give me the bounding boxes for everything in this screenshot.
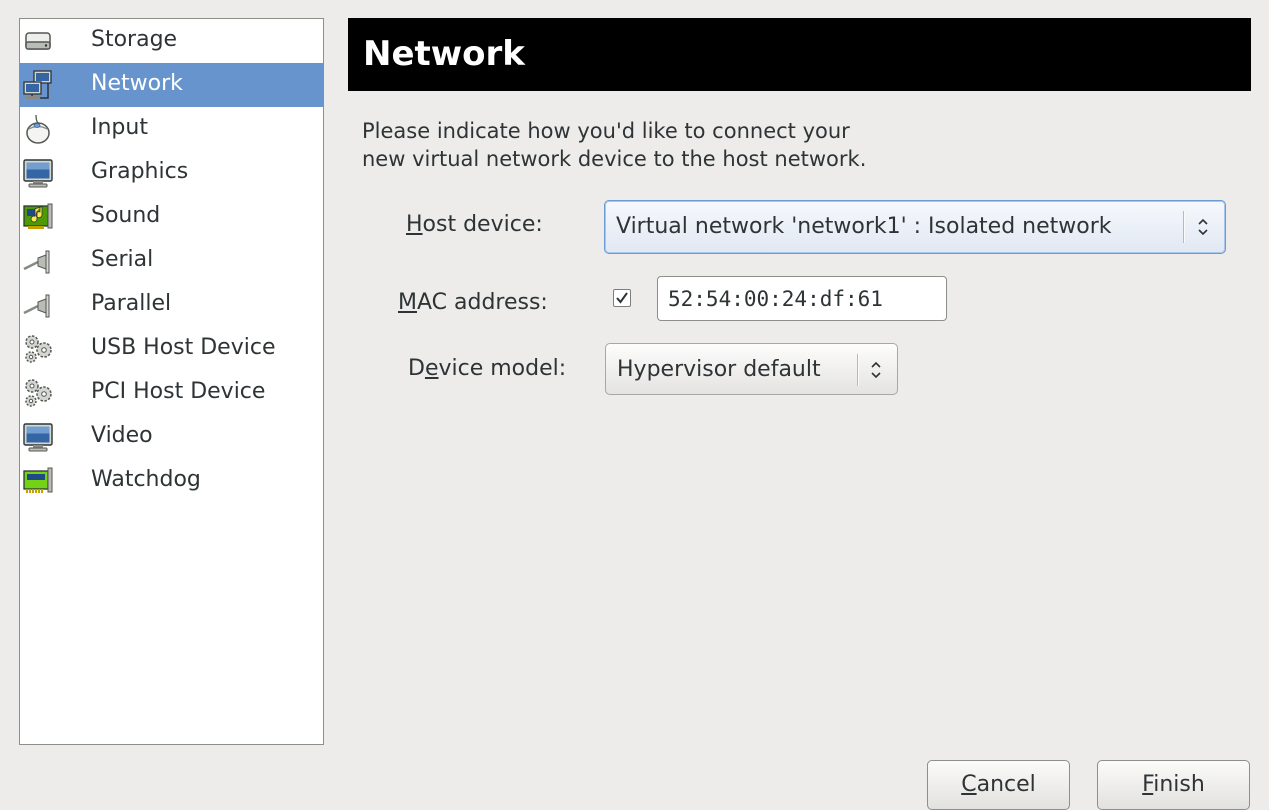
device-item-pci-host-device[interactable]: PCI Host Device [20,371,323,415]
device-item-usb-host-device[interactable]: USB Host Device [20,327,323,371]
device-item-label: Video [91,423,153,448]
checkmark-icon [616,292,628,304]
page-header: Network [348,18,1251,91]
sound-card-icon [22,201,54,233]
device-item-input[interactable]: Input [20,107,323,151]
device-item-serial[interactable]: Serial [20,239,323,283]
device-type-list[interactable]: Storage Network Input Graphics Sound Ser… [19,18,324,745]
device-model-combo[interactable]: Hypervisor default [605,343,898,395]
intro-line: Please indicate how you'd like to connec… [362,119,850,143]
device-item-label: Network [91,71,183,96]
intro-text: Please indicate how you'd like to connec… [362,117,1062,173]
device-item-label: USB Host Device [91,335,276,360]
host-device-label: Host device: [406,212,543,237]
device-item-label: Parallel [91,291,172,316]
mac-address-checkbox[interactable] [613,289,631,307]
device-item-label: Graphics [91,159,189,184]
intro-line: new virtual network device to the host n… [362,147,867,171]
device-item-storage[interactable]: Storage [20,19,323,63]
monitor-icon [22,157,54,189]
device-item-network[interactable]: Network [20,63,323,107]
device-item-label: Watchdog [91,467,201,492]
device-item-parallel[interactable]: Parallel [20,283,323,327]
gears-icon [22,377,54,409]
device-item-label: Storage [91,27,178,52]
parallel-port-icon [22,289,54,321]
device-item-label: Serial [91,247,154,272]
page-title: Network [363,34,525,74]
host-device-value: Virtual network 'network1' : Isolated ne… [616,214,1112,239]
chevron-up-down-icon [1195,212,1211,242]
device-model-value: Hypervisor default [617,357,821,382]
cancel-button[interactable]: Cancel [927,760,1070,810]
device-item-label: Input [91,115,148,140]
host-device-combo[interactable]: Virtual network 'network1' : Isolated ne… [604,200,1226,254]
mouse-icon [22,113,54,145]
chevron-up-down-icon [868,355,884,385]
device-item-watchdog[interactable]: Watchdog [20,459,323,503]
device-item-graphics[interactable]: Graphics [20,151,323,195]
serial-port-icon [22,245,54,277]
mac-address-label: MAC address: [398,290,548,315]
device-item-sound[interactable]: Sound [20,195,323,239]
device-item-video[interactable]: Video [20,415,323,459]
device-model-label: Device model: [408,356,567,381]
network-icon [22,69,54,101]
gears-icon [22,333,54,365]
hard-disk-icon [22,25,54,57]
expansion-card-icon [22,465,54,497]
device-item-label: Sound [91,203,161,228]
monitor-icon [22,421,54,453]
device-item-label: PCI Host Device [91,379,266,404]
mac-address-field[interactable] [657,276,947,321]
finish-button[interactable]: Finish [1097,760,1250,810]
